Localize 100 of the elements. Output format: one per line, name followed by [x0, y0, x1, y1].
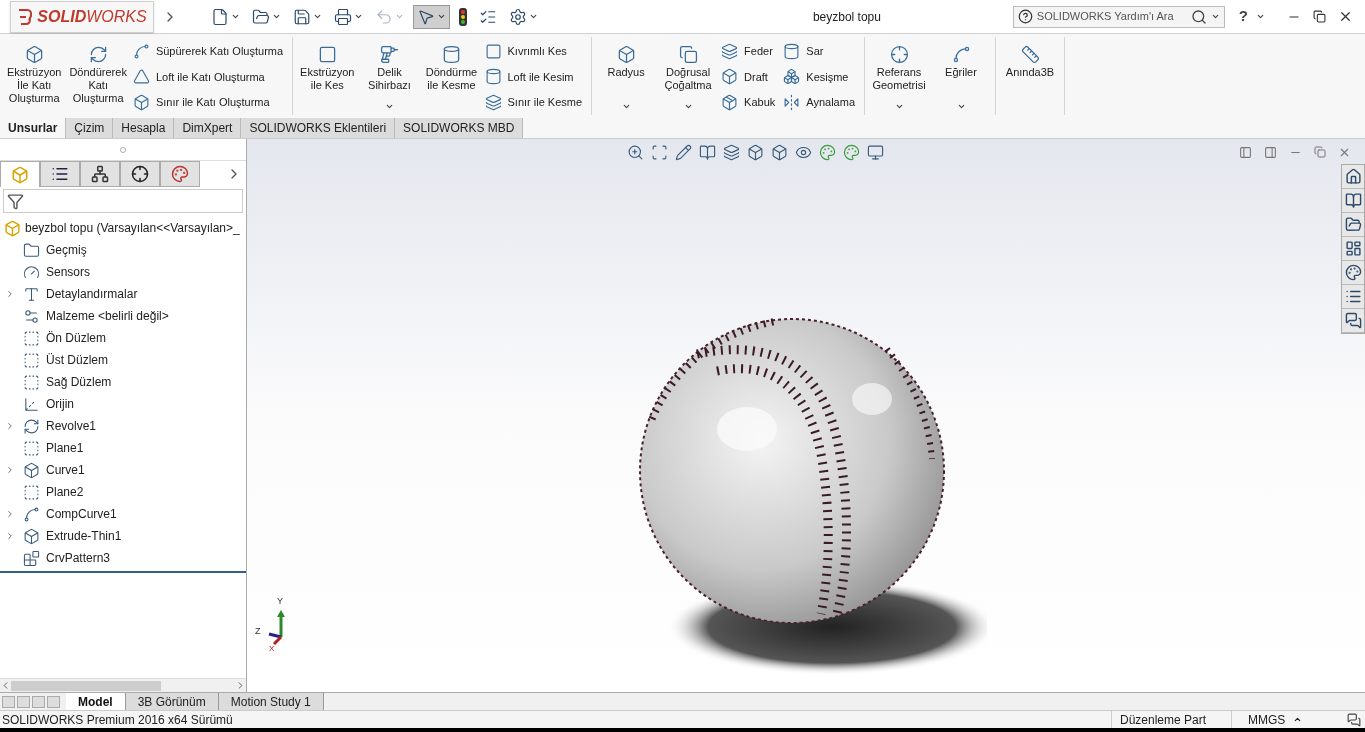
caret-icon: [437, 12, 446, 21]
tree-item[interactable]: Revolve1: [0, 415, 101, 437]
ribbon-button[interactable]: Ekstrüzyon ile Kes: [298, 37, 357, 115]
part-icon: [4, 219, 21, 237]
tree-item[interactable]: Plane2: [0, 481, 88, 503]
ribbon-button[interactable]: Kabuk: [721, 93, 780, 111]
axis-label: Z: [255, 625, 261, 638]
monitor-icon[interactable]: [867, 143, 884, 161]
ribbon-button[interactable]: Radyus: [597, 37, 656, 115]
zoom-area-icon[interactable]: [651, 143, 668, 161]
tree-item[interactable]: Sağ Düzlem: [0, 371, 116, 393]
tree-item[interactable]: Curve1: [0, 459, 89, 481]
bottom-tab[interactable]: Model: [66, 693, 126, 710]
ribbon-button[interactable]: Referans Geometrisi: [870, 37, 928, 115]
logo: SOLIDWORKS: [10, 0, 154, 33]
close-icon[interactable]: [1338, 9, 1353, 24]
tree-item[interactable]: beyzbol topu (Varsayılan<<Varsayılan>_: [0, 217, 246, 239]
ribbon-button[interactable]: Delik Sihirbazı: [360, 37, 419, 115]
traffic-light-icon: [459, 7, 467, 26]
panel-tab[interactable]: [80, 161, 120, 187]
layers-icon: [484, 93, 502, 111]
zoom-icon[interactable]: [627, 143, 644, 161]
plane-icon: [23, 329, 40, 347]
curve-icon: [23, 505, 40, 523]
square-icon: [317, 45, 337, 64]
tree-item[interactable]: Malzeme <belirli değil>: [0, 305, 173, 327]
panel-left-icon[interactable]: [1239, 145, 1252, 159]
toolbar-button[interactable]: [413, 4, 450, 29]
help-button[interactable]: ?: [1238, 5, 1248, 28]
ribbon-button[interactable]: Sar: [783, 43, 859, 61]
chat-icon[interactable]: [1344, 312, 1362, 329]
tree-item[interactable]: Üst Düzlem: [0, 349, 112, 371]
panel-tab[interactable]: [120, 161, 160, 187]
ribbon-button[interactable]: Loft ile Kesim: [484, 68, 587, 86]
search-icon[interactable]: [1190, 8, 1207, 25]
caret-icon: [354, 12, 363, 21]
command-tab[interactable]: SOLIDWORKS MBD: [395, 118, 524, 138]
chat-icon[interactable]: [1347, 712, 1361, 727]
pencil-icon[interactable]: [675, 143, 692, 161]
window-title: beyzbol topu: [812, 8, 881, 26]
restore-icon[interactable]: [1313, 10, 1326, 23]
ribbon-button[interactable]: Loft ile Katı Oluşturma: [132, 68, 288, 86]
layers-icon[interactable]: [723, 143, 740, 161]
search-bar[interactable]: SOLIDWORKS Yardım'ı Ara: [1012, 5, 1225, 28]
panel-tab[interactable]: [40, 161, 80, 187]
plane-icon: [23, 439, 40, 457]
palette-icon[interactable]: [1344, 264, 1362, 281]
book-icon[interactable]: [699, 143, 716, 161]
ribbon-button[interactable]: Sınır ile Kesme: [484, 93, 587, 111]
help-icon: [1017, 9, 1033, 24]
search-field[interactable]: SOLIDWORKS Yardım'ı Ara: [1036, 8, 1187, 25]
tree-item[interactable]: Geçmiş: [0, 239, 91, 261]
rotate-icon: [23, 417, 40, 435]
part-icon: [11, 165, 29, 184]
ribbon-button[interactable]: Anında3B: [1001, 37, 1059, 115]
command-tab[interactable]: SOLIDWORKS Eklentileri: [241, 118, 396, 138]
ribbon-button[interactable]: Kıvrımlı Kes: [484, 43, 587, 61]
ribbon-button[interactable]: Draft: [721, 68, 780, 86]
tree-item[interactable]: CrvPattern3: [0, 547, 115, 569]
caret-icon: [621, 102, 631, 111]
bottom-tab[interactable]: Motion Study 1: [218, 693, 324, 710]
tree-item[interactable]: Orijin: [0, 393, 78, 415]
tree-item[interactable]: Extrude-Thin1: [0, 525, 126, 547]
caret-icon: [313, 12, 322, 21]
home-icon[interactable]: [1344, 168, 1362, 185]
ribbon-button[interactable]: Sınır ile Katı Oluşturma: [132, 93, 288, 111]
book-icon[interactable]: [1344, 192, 1362, 209]
tree-item[interactable]: Plane1: [0, 437, 88, 459]
tree-item[interactable]: Sensors: [0, 261, 95, 283]
tree-item[interactable]: Ön Düzlem: [0, 327, 111, 349]
ribbon-button[interactable]: Ekstrüzyon İle Katı Oluşturma: [5, 37, 64, 115]
caret-icon: [231, 12, 240, 21]
filter-field[interactable]: [3, 189, 243, 213]
layers-icon: [721, 43, 739, 61]
caret-icon: [1293, 715, 1303, 724]
bottom-tab[interactable]: 3B Görünüm: [125, 693, 219, 710]
list-icon: [51, 165, 69, 183]
ribbon-button[interactable]: Kesişme: [783, 68, 859, 86]
ribbon-button[interactable]: Doğrusal Çoğaltma: [659, 37, 718, 115]
ribbon-button[interactable]: Süpürerek Katı Oluşturma: [132, 43, 288, 61]
command-tab[interactable]: Hesapla: [113, 118, 175, 138]
command-tab[interactable]: Çizim: [66, 118, 114, 138]
tree-item[interactable]: CompCurve1: [0, 503, 121, 525]
ribbon-button[interactable]: Döndürerek Katı Oluşturma: [67, 37, 129, 115]
scrollbar-thumb[interactable]: [11, 680, 161, 691]
boxes-icon: [783, 68, 801, 86]
command-tab[interactable]: DimXpert: [174, 118, 242, 138]
ribbon-button[interactable]: Aynalama: [783, 93, 859, 111]
dashboard-icon[interactable]: [1344, 240, 1362, 257]
folder-icon[interactable]: [1344, 216, 1362, 233]
cube-icon[interactable]: [771, 143, 788, 161]
panel-right-icon[interactable]: [1264, 145, 1277, 159]
ribbon-button[interactable]: Döndürme ile Kesme: [422, 37, 481, 115]
ribbon-button[interactable]: Feder: [721, 43, 780, 61]
ribbon-button[interactable]: Eğriler: [932, 37, 990, 115]
plane-icon: [23, 351, 40, 369]
box-icon[interactable]: [747, 143, 764, 161]
tree-item[interactable]: Detaylandırmalar: [0, 283, 142, 305]
box-icon: [721, 68, 739, 86]
list-icon[interactable]: [1344, 288, 1362, 305]
